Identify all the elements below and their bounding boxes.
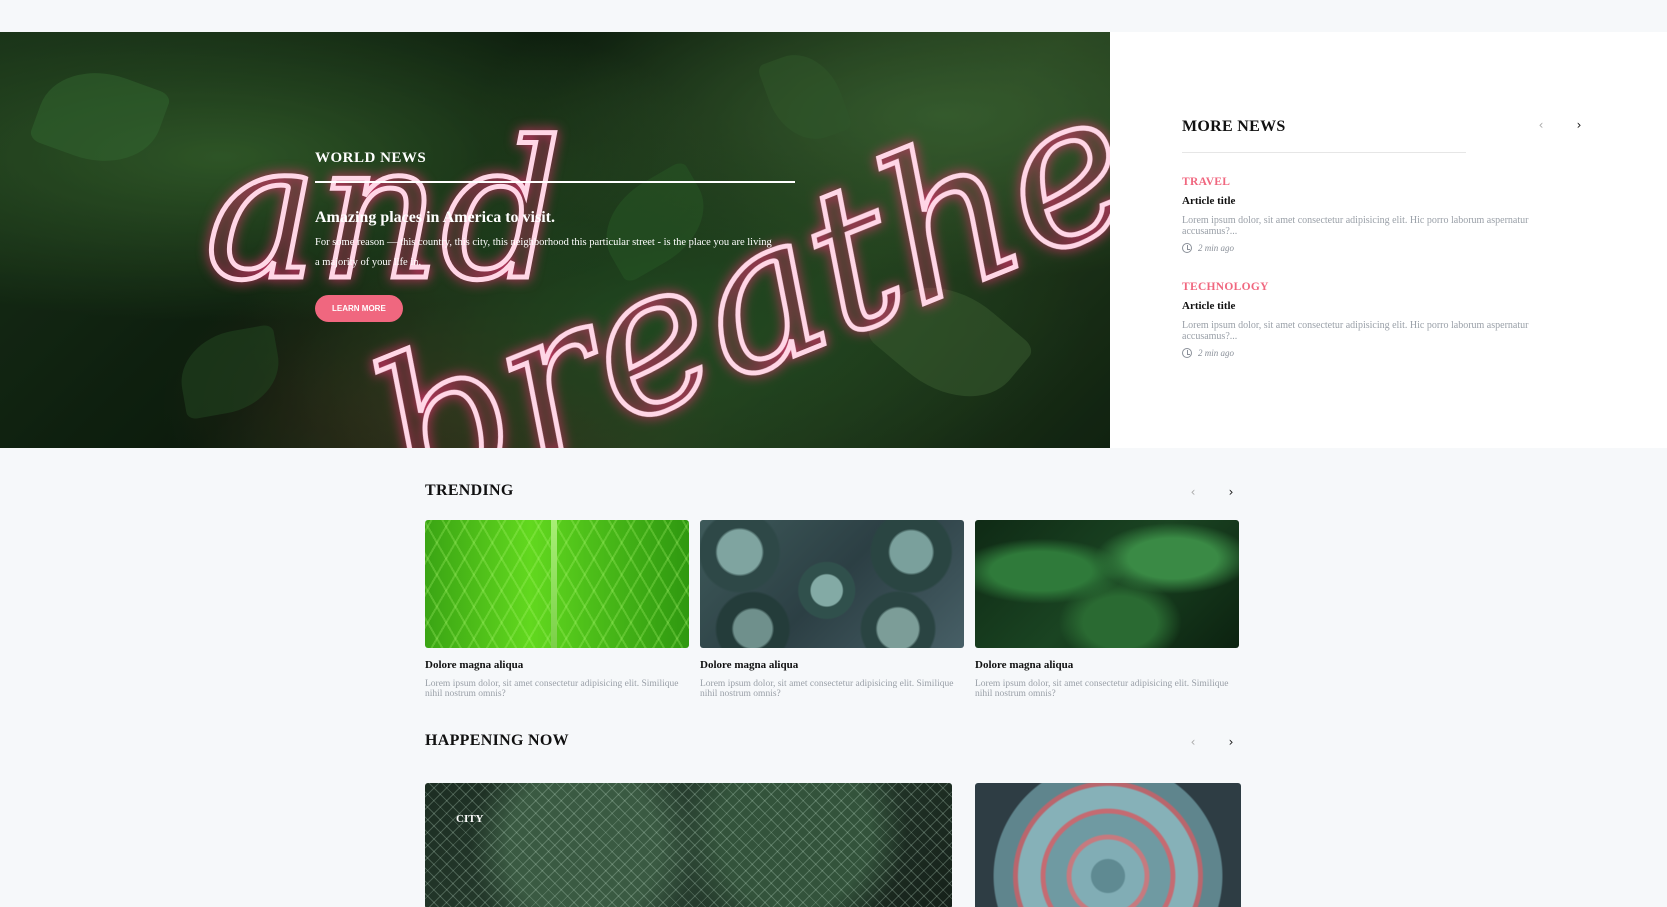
more-news-header: MORE NEWS [1182, 118, 1466, 153]
news-timestamp: 2 min ago [1182, 243, 1582, 253]
clock-icon [1182, 243, 1192, 253]
learn-more-button[interactable]: LEARN MORE [315, 295, 403, 322]
news-time-text: 2 min ago [1198, 243, 1234, 253]
hero-content: WORLD NEWS Amazing places in America to … [315, 150, 795, 322]
news-description: Lorem ipsum dolor, sit amet consectetur … [1182, 320, 1529, 342]
card-title[interactable]: Dolore magna aliqua [975, 659, 1239, 671]
trending-card[interactable]: Dolore magna aliqua Lorem ipsum dolor, s… [425, 520, 689, 699]
chevron-right-icon[interactable]: › [1225, 485, 1237, 499]
chevron-left-icon[interactable]: ‹ [1187, 735, 1199, 749]
news-time-text: 2 min ago [1198, 348, 1234, 358]
trending-card[interactable]: Dolore magna aliqua Lorem ipsum dolor, s… [975, 520, 1239, 699]
chevron-right-icon[interactable]: › [1573, 118, 1585, 132]
chevron-left-icon[interactable]: ‹ [1187, 485, 1199, 499]
hero-title[interactable]: Amazing places in America to visit. [315, 209, 795, 227]
happening-now-title: HAPPENING NOW [425, 732, 569, 749]
card-description: Lorem ipsum dolor, sit amet consectetur … [700, 679, 954, 699]
news-title[interactable]: Article title [1182, 300, 1582, 312]
hero-description: For some reason — this country, this cit… [315, 237, 772, 268]
news-timestamp: 2 min ago [1182, 348, 1582, 358]
news-description: Lorem ipsum dolor, sit amet consectetur … [1182, 215, 1529, 237]
news-category[interactable]: TRAVEL [1182, 176, 1582, 188]
news-item[interactable]: TRAVEL Article title Lorem ipsum dolor, … [1182, 176, 1582, 253]
card-description: Lorem ipsum dolor, sit amet consectetur … [425, 679, 679, 699]
card-title[interactable]: Dolore magna aliqua [700, 659, 964, 671]
news-title[interactable]: Article title [1182, 195, 1582, 207]
more-news-title: MORE NEWS [1182, 118, 1286, 135]
happening-card[interactable]: CITY [425, 783, 952, 907]
happening-card-category[interactable]: CITY [456, 813, 484, 825]
hero-banner: and breathe WORLD NEWS Amazing places in… [0, 32, 1110, 448]
more-news-panel: MORE NEWS ‹ › TRAVEL Article title Lorem… [1110, 32, 1667, 448]
happening-card[interactable] [975, 783, 1241, 907]
card-image[interactable] [700, 520, 964, 648]
trending-nav: ‹ › [1187, 485, 1237, 499]
chevron-left-icon[interactable]: ‹ [1535, 118, 1547, 132]
card-image[interactable] [425, 520, 689, 648]
happening-now-nav: ‹ › [1187, 735, 1237, 749]
trending-title: TRENDING [425, 482, 514, 499]
more-news-nav: ‹ › [1535, 118, 1585, 132]
hero-category: WORLD NEWS [315, 150, 795, 183]
chevron-right-icon[interactable]: › [1225, 735, 1237, 749]
card-title[interactable]: Dolore magna aliqua [425, 659, 689, 671]
clock-icon [1182, 348, 1192, 358]
news-category[interactable]: TECHNOLOGY [1182, 281, 1582, 293]
card-description: Lorem ipsum dolor, sit amet consectetur … [975, 679, 1229, 699]
card-image[interactable] [975, 520, 1239, 648]
news-item[interactable]: TECHNOLOGY Article title Lorem ipsum dol… [1182, 281, 1582, 358]
trending-card[interactable]: Dolore magna aliqua Lorem ipsum dolor, s… [700, 520, 964, 699]
